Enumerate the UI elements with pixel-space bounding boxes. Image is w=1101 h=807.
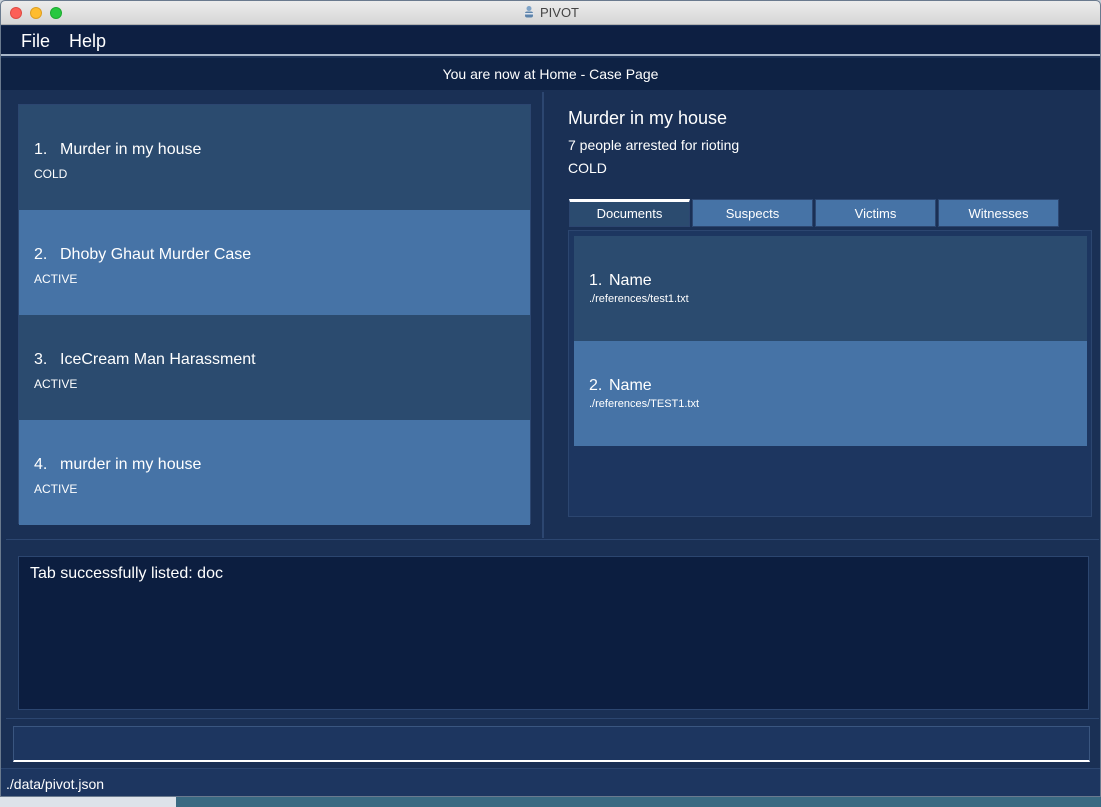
case-title: 1. Murder in my house — [34, 141, 201, 159]
case-title-text: Dhoby Ghaut Murder Case — [60, 246, 252, 263]
navigation-status: You are now at Home - Case Page — [1, 58, 1100, 90]
pivot-app-icon — [522, 5, 536, 19]
case-index: 3. — [34, 351, 48, 368]
case-index: 2. — [34, 246, 48, 263]
document-list-item[interactable]: 2. Name ./references/TEST1.txt — [574, 341, 1087, 446]
case-detail-title: Murder in my house — [568, 108, 728, 128]
document-name-text: Name — [609, 272, 652, 289]
document-list-item[interactable]: 1. Name ./references/test1.txt — [574, 236, 1087, 341]
menu-help[interactable]: Help — [69, 31, 106, 52]
document-index: 2. — [589, 377, 603, 394]
command-box — [6, 721, 1099, 766]
case-detail-panel: Murder in my house 7 people arrested for… — [568, 92, 1093, 532]
case-title-text: IceCream Man Harassment — [60, 351, 256, 368]
case-list-item[interactable]: 4. murder in my house ACTIVE — [19, 420, 530, 525]
case-index: 1. — [34, 141, 48, 158]
document-name: 1. Name — [589, 272, 652, 290]
tab-victims[interactable]: Victims — [815, 199, 936, 227]
case-detail-status: COLD — [568, 160, 607, 176]
case-status: ACTIVE — [34, 377, 78, 391]
tab-documents[interactable]: Documents — [569, 199, 690, 227]
case-detail-description: 7 people arrested for rioting — [568, 137, 740, 153]
document-index: 1. — [589, 272, 603, 289]
split-pane-divider[interactable] — [542, 92, 544, 538]
document-name: 2. Name — [589, 377, 652, 395]
case-title-text: Murder in my house — [60, 141, 202, 158]
documents-list[interactable]: 1. Name ./references/test1.txt 2. Name ./r… — [568, 230, 1092, 517]
document-name-text: Name — [609, 377, 652, 394]
data-file-path: ./data/pivot.json — [6, 776, 105, 792]
tab-witnesses[interactable]: Witnesses — [938, 199, 1059, 227]
main-panel: 1. Murder in my house COLD 2. Dhoby Ghaut … — [6, 92, 1099, 540]
result-panel: Tab successfully listed: doc — [6, 549, 1099, 719]
command-input[interactable] — [13, 726, 1090, 762]
title-bar: PIVOT — [1, 1, 1100, 25]
case-list-item[interactable]: 2. Dhoby Ghaut Murder Case ACTIVE — [19, 210, 530, 315]
case-title: 4. murder in my house — [34, 456, 201, 474]
case-index: 4. — [34, 456, 48, 473]
document-path: ./references/TEST1.txt — [589, 398, 700, 410]
desktop-background-window — [176, 797, 1101, 807]
tab-suspects[interactable]: Suspects — [692, 199, 813, 227]
menu-bar: File Help — [1, 26, 1100, 56]
case-title: 3. IceCream Man Harassment — [34, 351, 256, 369]
case-status: ACTIVE — [34, 272, 78, 286]
status-bar-footer: ./data/pivot.json — [1, 768, 1100, 796]
case-list[interactable]: 1. Murder in my house COLD 2. Dhoby Ghaut … — [18, 104, 531, 525]
document-path: ./references/test1.txt — [589, 293, 689, 305]
menu-file[interactable]: File — [21, 31, 50, 52]
case-status: COLD — [34, 167, 68, 181]
window-title-text: PIVOT — [539, 5, 579, 20]
result-display: Tab successfully listed: doc — [18, 556, 1089, 710]
case-title: 2. Dhoby Ghaut Murder Case — [34, 246, 251, 264]
case-list-item[interactable]: 3. IceCream Man Harassment ACTIVE — [19, 315, 530, 420]
window-title: PIVOT — [1, 5, 1100, 20]
case-list-item[interactable]: 1. Murder in my house COLD — [19, 105, 530, 210]
case-status: ACTIVE — [34, 482, 78, 496]
case-title-text: murder in my house — [60, 456, 202, 473]
app-window: PIVOT File Help You are now at Home - Ca… — [0, 0, 1101, 797]
